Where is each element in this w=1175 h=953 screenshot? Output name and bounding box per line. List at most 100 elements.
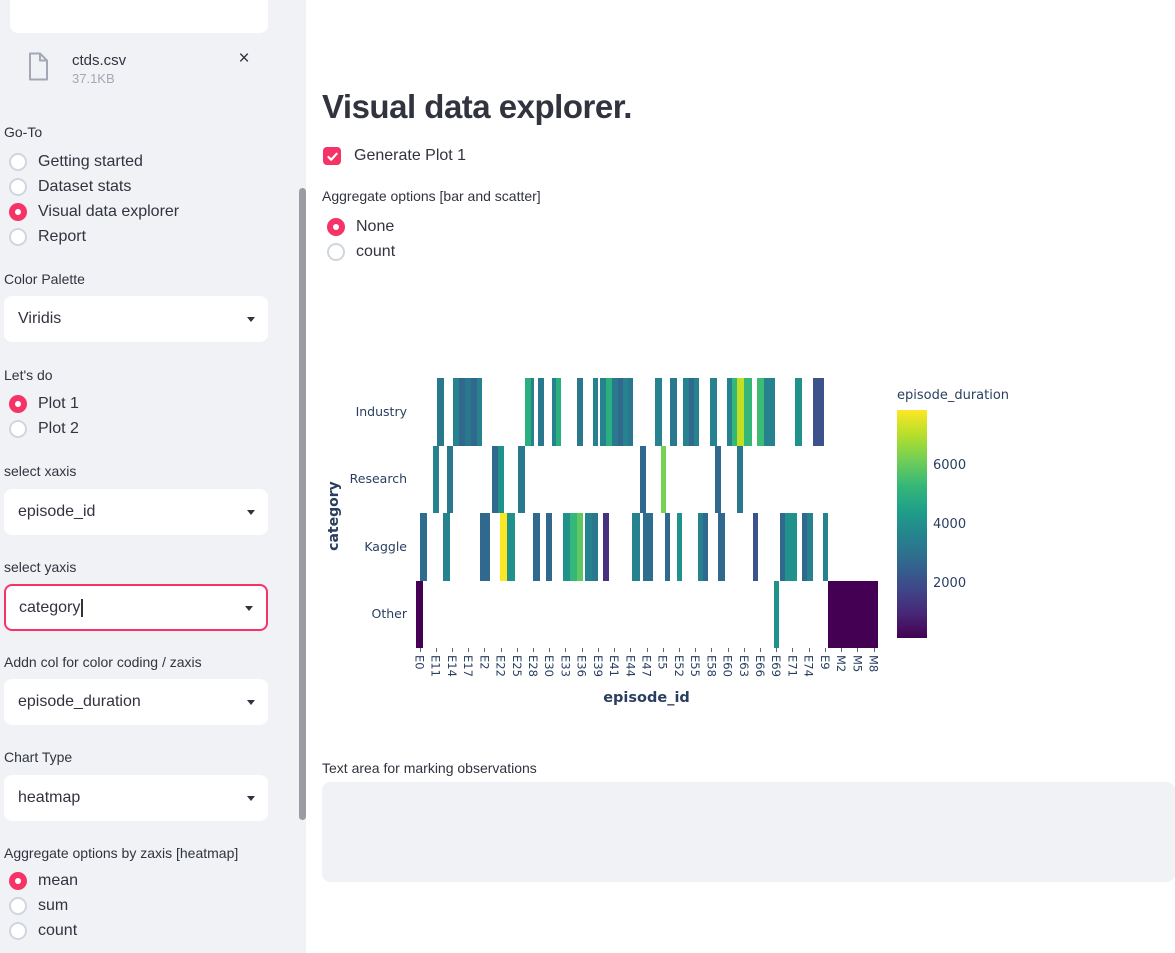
heatmap-cell — [753, 513, 758, 581]
heatmap-cell — [546, 513, 552, 581]
x-tick-label: E28 — [526, 655, 540, 677]
agg-zaxis-option-count[interactable]: count — [9, 922, 77, 940]
heatmap-plot-area[interactable] — [415, 378, 878, 648]
x-tick-mark — [549, 648, 550, 652]
heatmap-cell — [628, 378, 633, 446]
x-tick-label: E58 — [704, 655, 718, 677]
colorbar-title: episode_duration — [897, 388, 1009, 403]
chevron-down-icon — [247, 796, 255, 801]
sidebar-scrollbar[interactable] — [299, 188, 306, 820]
agg-zaxis-group-label: Aggregate options by zaxis [heatmap] — [4, 845, 238, 861]
heatmap-cell — [665, 513, 670, 581]
x-tick-label: E9 — [818, 655, 832, 670]
x-tick-mark — [695, 648, 696, 652]
x-tick-mark — [744, 648, 745, 652]
x-tick-label: E2 — [477, 655, 491, 670]
goto-option-report[interactable]: Report — [9, 228, 86, 246]
heatmap-cell — [518, 446, 525, 514]
heatmap-cell — [531, 378, 534, 446]
color-palette-label: Color Palette — [4, 271, 85, 287]
radio-icon — [327, 243, 345, 261]
observations-textarea[interactable] — [322, 782, 1175, 882]
x-tick-label: E0 — [413, 655, 427, 670]
observations-label: Text area for marking observations — [322, 760, 537, 776]
generate-plot1-checkbox[interactable]: Generate Plot 1 — [323, 147, 466, 165]
x-tick-mark — [711, 648, 712, 652]
agg-zaxis-option-mean[interactable]: mean — [9, 872, 78, 890]
lets-do-group-label: Let's do — [4, 367, 53, 383]
x-tick-mark — [776, 648, 777, 652]
heatmap-cell — [577, 378, 583, 446]
heatmap-cell — [433, 446, 439, 514]
x-tick-label: E30 — [542, 655, 556, 677]
chart-type-select[interactable]: heatmap — [4, 775, 268, 821]
yaxis-select[interactable]: category — [4, 584, 268, 631]
file-uploader-dropzone[interactable]: Browse files — [10, 0, 268, 33]
heatmap-cell — [744, 378, 752, 446]
goto-option-getting-started[interactable]: Getting started — [9, 153, 143, 171]
heatmap-cell — [710, 378, 717, 446]
xaxis-label: select xaxis — [4, 463, 76, 479]
heatmap-cell — [577, 513, 583, 581]
x-tick-label: E63 — [737, 655, 751, 677]
heatmap-cell — [556, 378, 561, 446]
x-tick-label: E11 — [429, 655, 443, 677]
heatmap-chart: IndustryResearchKaggleOther category E0E… — [306, 370, 1175, 715]
x-tick-mark — [533, 648, 534, 652]
heatmap-cell — [661, 446, 666, 514]
heatmap-cell — [785, 513, 797, 581]
radio-icon — [9, 897, 27, 915]
heatmap-cell — [737, 446, 743, 514]
remove-file-icon[interactable]: × — [233, 48, 255, 70]
x-tick-label: E14 — [445, 655, 459, 677]
x-tick-mark — [760, 648, 761, 652]
heatmap-cell — [603, 513, 609, 581]
chevron-down-icon — [247, 317, 255, 322]
chevron-down-icon — [245, 606, 253, 611]
x-tick-label: E33 — [558, 655, 572, 677]
heatmap-cell — [677, 513, 682, 581]
x-tick-label: E66 — [753, 655, 767, 677]
heatmap-cell — [480, 513, 490, 581]
goto-option-visual-data-explorer[interactable]: Visual data explorer — [9, 203, 179, 221]
agg-option-count[interactable]: count — [327, 243, 395, 261]
x-tick-label: E5 — [656, 655, 670, 670]
x-tick-mark — [452, 648, 453, 652]
x-tick-label: E74 — [802, 655, 816, 677]
x-tick-mark — [436, 648, 437, 652]
color-palette-select[interactable]: Viridis — [4, 296, 268, 342]
x-tick-label: M8 — [867, 655, 881, 672]
x-tick-label: E52 — [672, 655, 686, 677]
checkbox-checked-icon — [323, 147, 341, 165]
heatmap-cell — [670, 378, 677, 446]
heatmap-cell — [715, 446, 721, 514]
heatmap-cell — [593, 378, 598, 446]
x-tick-label: E71 — [785, 655, 799, 677]
xaxis-select[interactable]: episode_id — [4, 489, 268, 535]
zaxis-select[interactable]: episode_duration — [4, 679, 268, 725]
text-cursor — [81, 599, 83, 617]
x-axis-title: episode_id — [415, 690, 878, 706]
x-tick-mark — [728, 648, 729, 652]
x-tick-label: E69 — [769, 655, 783, 677]
colorbar-tick-label: 2000 — [933, 576, 966, 591]
heatmap-cell — [416, 581, 423, 649]
heatmap-cell — [570, 513, 577, 581]
agg-option-none[interactable]: None — [327, 218, 394, 236]
heatmap-cell — [643, 513, 653, 581]
heatmap-cell — [632, 513, 640, 581]
radio-checked-icon — [9, 395, 27, 413]
lets-do-option-plot2[interactable]: Plot 2 — [9, 420, 79, 438]
x-tick-mark — [501, 648, 502, 652]
x-tick-mark — [647, 648, 648, 652]
radio-checked-icon — [327, 218, 345, 236]
heatmap-cell — [655, 378, 662, 446]
agg-zaxis-option-sum[interactable]: sum — [9, 897, 68, 915]
goto-option-dataset-stats[interactable]: Dataset stats — [9, 178, 131, 196]
colorbar-tick-label: 4000 — [933, 517, 966, 532]
radio-checked-icon — [9, 872, 27, 890]
lets-do-option-plot1[interactable]: Plot 1 — [9, 395, 79, 413]
x-tick-mark — [598, 648, 599, 652]
x-tick-label: E44 — [623, 655, 637, 677]
main-content: Visual data explorer. Generate Plot 1 Ag… — [306, 0, 1175, 953]
